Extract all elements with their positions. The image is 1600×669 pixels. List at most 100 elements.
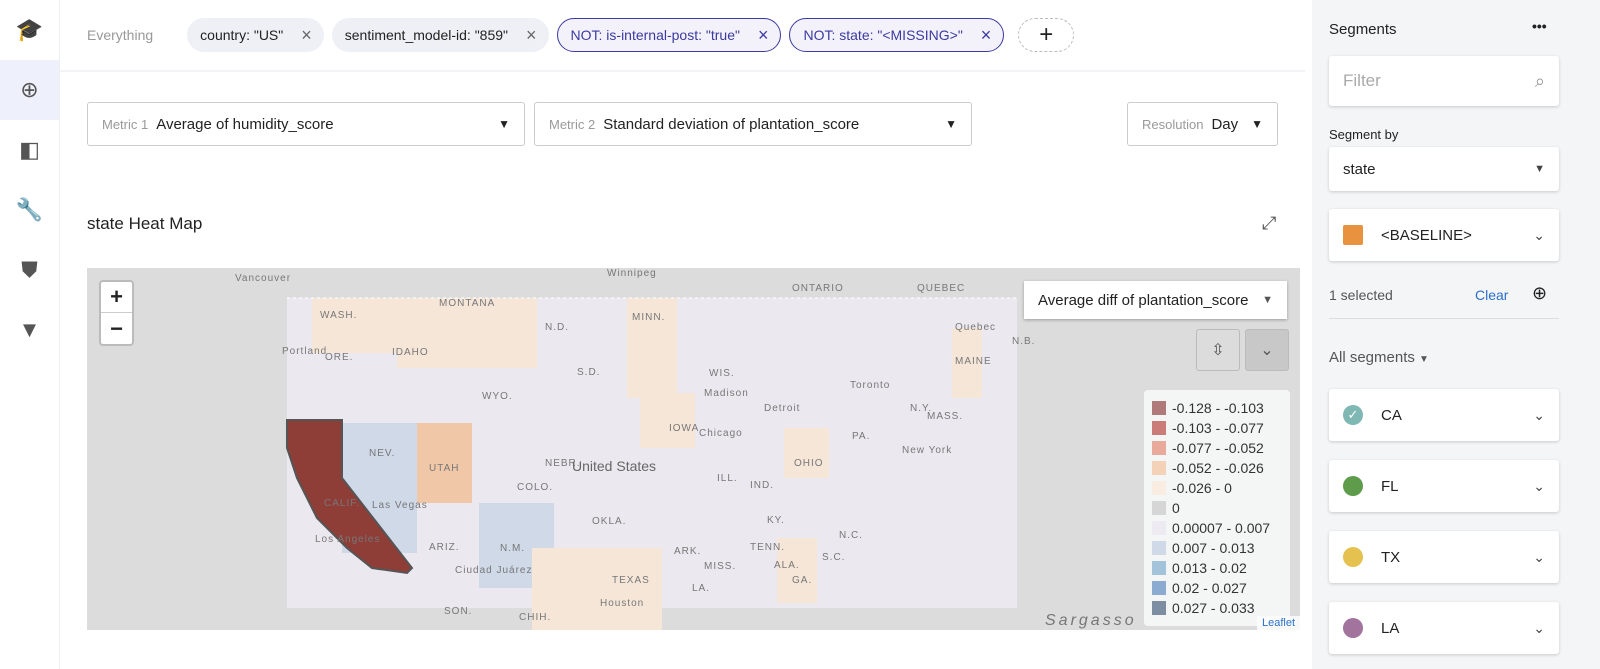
collapse-vertical-button[interactable]: ⇳	[1196, 329, 1240, 371]
legend-item: -0.052 - -0.026	[1152, 458, 1282, 478]
clear-button[interactable]: Clear	[1475, 287, 1508, 303]
collapse-legend-button[interactable]: ⌄	[1245, 329, 1289, 371]
filter-chip[interactable]: NOT: is-internal-post: "true" ×	[556, 18, 782, 52]
segment-by-select[interactable]: state ▼	[1329, 147, 1559, 191]
leaflet-attribution[interactable]: Leaflet	[1256, 616, 1300, 630]
nav-wrench[interactable]: 🔧	[0, 180, 59, 240]
close-icon[interactable]: ×	[526, 25, 537, 46]
map-label: ILL.	[717, 473, 738, 484]
fullscreen-icon[interactable]: ⤢	[1262, 213, 1276, 234]
segment-color-dot[interactable]	[1343, 476, 1363, 496]
map-label: NEV.	[369, 448, 396, 459]
chevron-down-icon[interactable]: ⌄	[1533, 478, 1545, 495]
state-ohio	[784, 428, 829, 478]
map-label: TEXAS	[612, 575, 650, 586]
baseline-color-swatch	[1343, 225, 1363, 245]
map-label: CALIF.	[324, 498, 361, 509]
map-label: COLO.	[517, 482, 554, 493]
chevron-down-icon[interactable]: ⌄	[1533, 227, 1545, 244]
chevron-down-icon[interactable]: ⌄	[1533, 407, 1545, 424]
legend-label: 0.02 - 0.027	[1172, 580, 1247, 596]
map-label: Las Vegas	[372, 500, 428, 511]
segment-item-fl[interactable]: FL ⌄	[1329, 460, 1559, 512]
metric2-label: Metric 2	[549, 116, 596, 132]
resolution-select[interactable]: Resolution Day ▼	[1127, 102, 1278, 146]
check-circle-icon[interactable]: ✓	[1343, 405, 1363, 425]
segment-item-ca[interactable]: ✓ CA ⌄	[1329, 389, 1559, 441]
legend-swatch	[1152, 521, 1166, 535]
legend-label: 0	[1172, 500, 1180, 516]
map-label: UTAH	[429, 463, 460, 474]
chevron-down-icon[interactable]: ⌄	[1533, 620, 1545, 637]
segment-item-tx[interactable]: TX ⌄	[1329, 531, 1559, 583]
segments-panel: Segments ••• Filter ⌕ Segment by state ▼…	[1312, 0, 1600, 669]
map-label: WIS.	[709, 368, 735, 379]
metric1-label: Metric 1	[102, 116, 149, 132]
legend-item: 0	[1152, 498, 1282, 518]
filter-chip[interactable]: country: "US" ×	[187, 18, 324, 52]
map-label: QUEBEC	[917, 283, 966, 294]
filter-bar: Everything country: "US" × sentiment_model…	[60, 0, 1305, 72]
nav-wifi-warning[interactable]: ▼	[0, 300, 59, 360]
legend-swatch	[1152, 481, 1166, 495]
scope-label[interactable]: Everything	[87, 27, 153, 43]
segment-color-dot[interactable]	[1343, 618, 1363, 638]
more-options-button[interactable]: •••	[1532, 18, 1547, 34]
filter-chip-label: country: "US"	[200, 27, 284, 43]
close-icon[interactable]: ×	[758, 25, 769, 46]
segment-label: FL	[1381, 477, 1399, 495]
map-label: Chicago	[699, 428, 743, 439]
metric2-select[interactable]: Metric 2 Standard deviation of plantatio…	[534, 102, 972, 146]
legend-item: -0.077 - -0.052	[1152, 438, 1282, 458]
legend-label: 0.027 - 0.033	[1172, 600, 1255, 616]
shield-icon: ⛊	[21, 257, 38, 282]
segment-by-label: Segment by	[1329, 127, 1399, 142]
filter-chip[interactable]: NOT: state: "<MISSING>" ×	[789, 18, 1005, 52]
segment-filter-input[interactable]: Filter ⌕	[1329, 56, 1559, 106]
legend-label: -0.077 - -0.052	[1172, 440, 1264, 456]
zoom-in-button[interactable]: +	[101, 282, 132, 313]
segment-item-la[interactable]: LA ⌄	[1329, 602, 1559, 654]
all-segments-dropdown[interactable]: All segments ▼	[1329, 349, 1429, 366]
map-label: S.C.	[822, 552, 846, 563]
zoom-segment-icon[interactable]: ⊕	[1532, 283, 1547, 304]
nav-shield[interactable]: ⛊	[0, 240, 59, 300]
map-label: Detroit	[764, 403, 801, 414]
segment-color-dot[interactable]	[1343, 547, 1363, 567]
map-legend: -0.128 - -0.103 -0.103 - -0.077 -0.077 - -…	[1144, 390, 1290, 626]
filter-placeholder: Filter	[1343, 71, 1381, 90]
filter-chip[interactable]: sentiment_model-id: "859" ×	[331, 18, 549, 52]
map-label: OHIO	[794, 458, 824, 469]
heatmap-map[interactable]: Vancouver Winnipeg ONTARIO QUEBEC WASH. MONTA…	[87, 268, 1300, 630]
map-label: ARK.	[674, 546, 702, 557]
caret-down-icon: ▼	[1262, 294, 1273, 306]
map-label: MONTANA	[439, 298, 496, 309]
nav-graduation-cap[interactable]: 🎓	[0, 0, 59, 60]
baseline-segment[interactable]: <BASELINE> ⌄	[1329, 209, 1559, 261]
map-label: OKLA.	[592, 516, 627, 527]
legend-swatch	[1152, 461, 1166, 475]
segment-label: CA	[1381, 406, 1402, 424]
chevron-down-icon[interactable]: ⌄	[1533, 549, 1545, 566]
legend-swatch	[1152, 541, 1166, 555]
map-metric-select[interactable]: Average diff of plantation_score ▼	[1024, 281, 1287, 319]
filter-chip-label: sentiment_model-id: "859"	[344, 27, 508, 43]
graduation-cap-icon: 🎓	[15, 17, 44, 42]
nav-zoom-in[interactable]: ⊕	[0, 60, 59, 120]
legend-item: 0.013 - 0.02	[1152, 558, 1282, 578]
nav-compare[interactable]: ◧	[0, 120, 59, 180]
legend-item: 0.00007 - 0.007	[1152, 518, 1282, 538]
map-label: LA.	[692, 583, 711, 594]
map-label: TENN.	[750, 542, 785, 553]
metric2-value: Standard deviation of plantation_score	[603, 115, 860, 133]
legend-swatch	[1152, 501, 1166, 515]
map-label: Vancouver	[235, 273, 292, 284]
close-icon[interactable]: ×	[301, 25, 312, 46]
metric1-select[interactable]: Metric 1 Average of humidity_score ▼	[87, 102, 525, 146]
zoom-control: + −	[99, 280, 134, 346]
close-icon[interactable]: ×	[981, 25, 992, 46]
selected-count: 1 selected	[1329, 287, 1393, 303]
map-label: Sargasso	[1045, 612, 1137, 629]
zoom-out-button[interactable]: −	[101, 313, 132, 344]
add-filter-button[interactable]: +	[1018, 18, 1075, 52]
